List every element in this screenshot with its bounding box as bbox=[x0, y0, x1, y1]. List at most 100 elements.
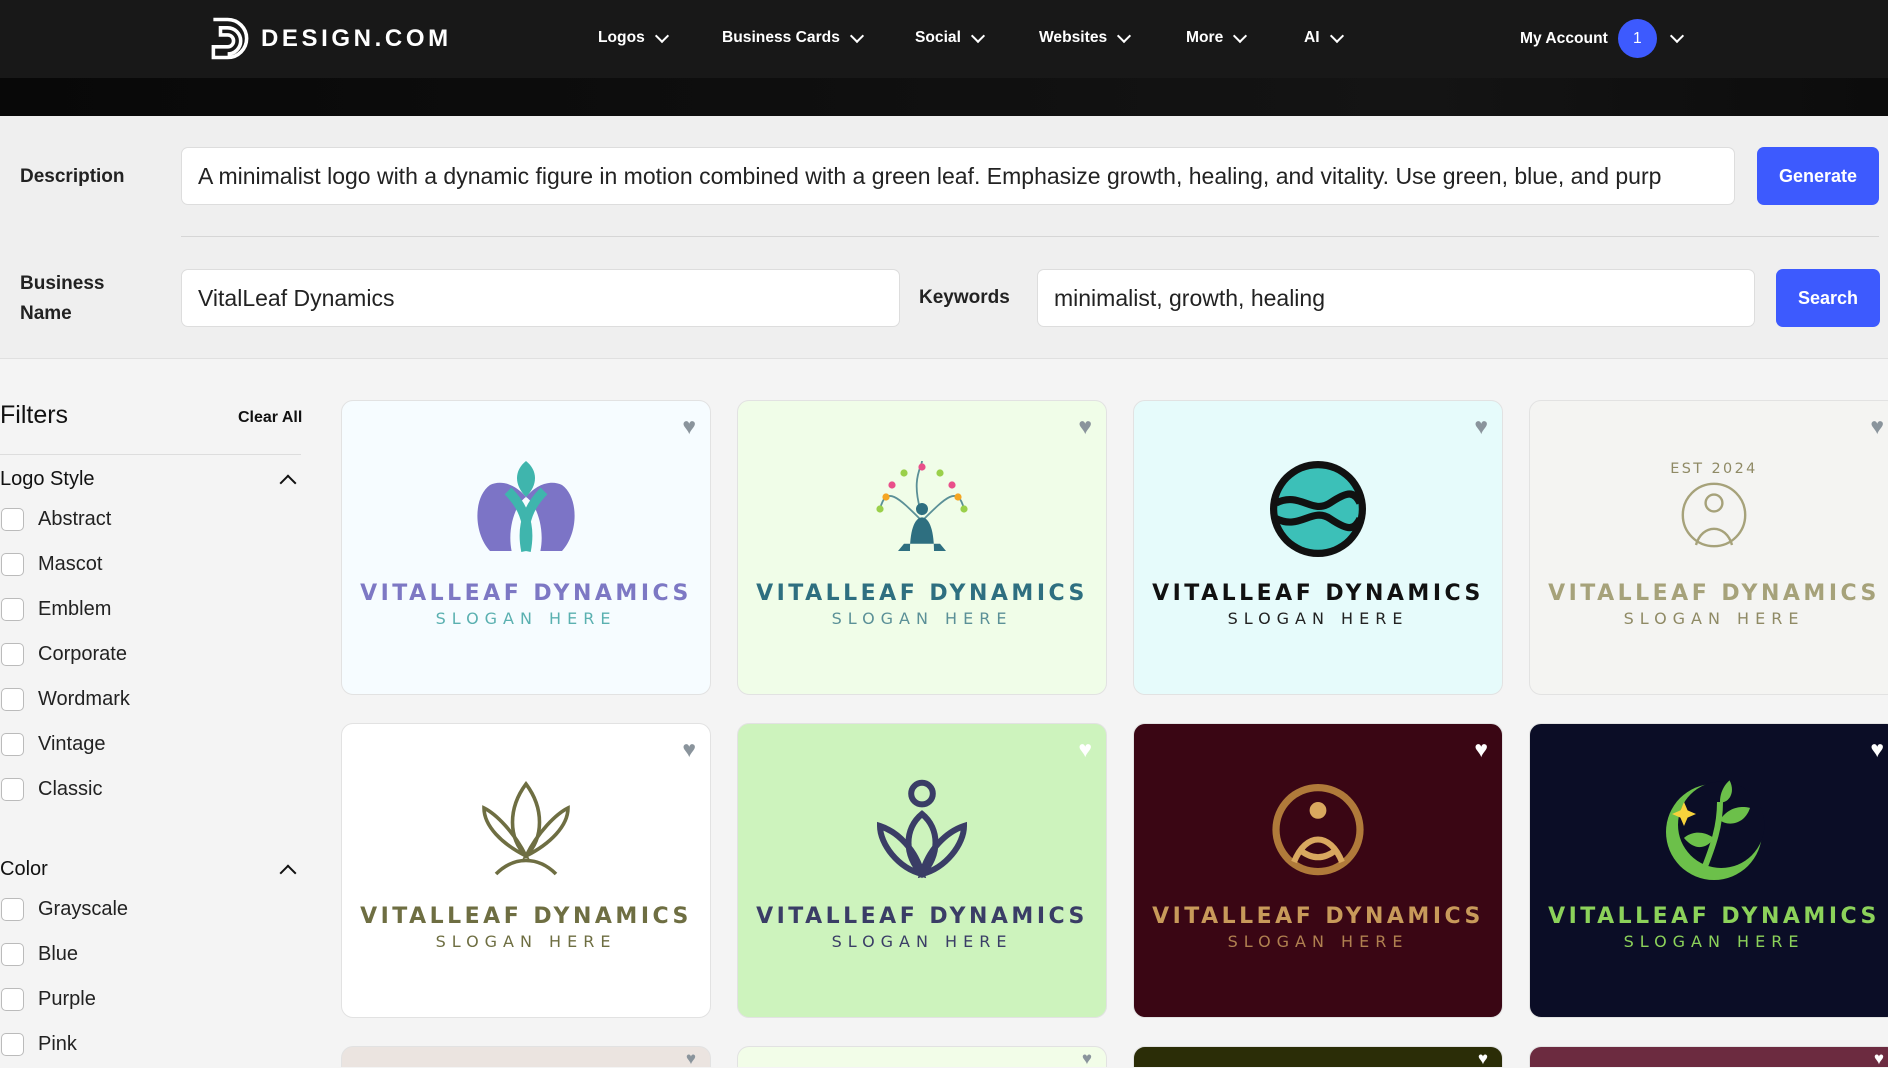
nav-social[interactable]: Social bbox=[915, 28, 986, 47]
filter-option-label: Emblem bbox=[38, 598, 112, 620]
checkbox[interactable] bbox=[1, 733, 24, 756]
nav-business-cards[interactable]: Business Cards bbox=[722, 28, 864, 47]
filter-option[interactable]: Pink bbox=[0, 1022, 301, 1067]
filter-option[interactable]: Corporate bbox=[0, 632, 301, 677]
nav-ai[interactable]: AI bbox=[1304, 28, 1344, 47]
chevron-down-icon bbox=[970, 28, 986, 43]
filter-option-label: Grayscale bbox=[38, 898, 129, 920]
generate-button[interactable]: Generate bbox=[1757, 147, 1879, 205]
logo-card[interactable]: ♥ VITALLEAF DYNAMICS SLOGAN HERE bbox=[341, 723, 711, 1018]
logo-card[interactable]: ♥ VITALLEAF DYNAMICS SLOGAN HERE bbox=[1133, 400, 1503, 695]
logo-card[interactable]: ♥ bbox=[1133, 1046, 1503, 1067]
logo-card[interactable]: ♥ bbox=[1529, 1046, 1888, 1067]
section-title: Logo Style bbox=[0, 468, 95, 490]
chevron-up-icon bbox=[279, 474, 297, 491]
business-name-input[interactable]: VitalLeaf Dynamics bbox=[181, 269, 900, 327]
nav-label: AI bbox=[1304, 29, 1320, 46]
favorite-heart-icon[interactable]: ♥ bbox=[1474, 415, 1488, 438]
search-button[interactable]: Search bbox=[1776, 269, 1880, 327]
divider bbox=[181, 236, 1879, 237]
chevron-down-icon bbox=[1117, 28, 1132, 43]
logo-style-filter: Logo Style Abstract Mascot Emblem Corporate… bbox=[0, 465, 301, 812]
favorite-heart-icon[interactable]: ♥ bbox=[1870, 738, 1884, 761]
logo-slogan: SLOGAN HERE bbox=[1623, 609, 1805, 628]
favorite-heart-icon[interactable]: ♥ bbox=[686, 1050, 696, 1067]
chevron-down-icon bbox=[1669, 28, 1684, 44]
favorite-heart-icon[interactable]: ♥ bbox=[682, 415, 696, 438]
checkbox[interactable] bbox=[1, 898, 24, 921]
business-name-label: Business Name bbox=[20, 269, 104, 329]
logo-card[interactable]: ♥ VITALLEAF DYNAMICS SLOGAN HERE bbox=[341, 400, 711, 695]
filter-option-label: Corporate bbox=[38, 643, 127, 665]
favorite-heart-icon[interactable]: ♥ bbox=[682, 738, 696, 761]
nav-label: Business Cards bbox=[722, 29, 840, 46]
color-filter: Color Grayscale Blue Purple Pink bbox=[0, 855, 301, 1067]
favorite-heart-icon[interactable]: ♥ bbox=[1870, 415, 1884, 438]
divider bbox=[0, 454, 301, 455]
brand-logo[interactable]: DESIGN.COM bbox=[211, 17, 452, 60]
filter-option[interactable]: Classic bbox=[0, 767, 301, 812]
nav-logos[interactable]: Logos bbox=[598, 28, 669, 47]
filter-option[interactable]: Abstract bbox=[0, 497, 301, 542]
logo-card[interactable]: ♥ VITALLEAF DYNAMICS SLOGAN HERE bbox=[1529, 723, 1888, 1018]
checkbox[interactable] bbox=[1, 988, 24, 1011]
favorite-heart-icon[interactable]: ♥ bbox=[1078, 415, 1092, 438]
filter-option[interactable]: Emblem bbox=[0, 587, 301, 632]
label-line: Name bbox=[20, 303, 72, 324]
logo-business-name: VITALLEAF DYNAMICS bbox=[360, 904, 692, 929]
filter-option[interactable]: Grayscale bbox=[0, 887, 301, 932]
filter-option-label: Vintage bbox=[38, 733, 106, 755]
logo-slogan: SLOGAN HERE bbox=[435, 932, 617, 951]
logo-symbol-sprout-icon bbox=[1654, 772, 1774, 892]
filter-option-label: Purple bbox=[38, 988, 96, 1010]
favorite-heart-icon[interactable]: ♥ bbox=[1082, 1050, 1092, 1067]
logo-card[interactable]: ♥ bbox=[341, 1046, 711, 1067]
checkbox[interactable] bbox=[1, 598, 24, 621]
logo-card[interactable]: ♥ EST 2024 VITALLEAF DYNAMICS SLOGAN HERE bbox=[1529, 400, 1888, 695]
chevron-down-icon bbox=[1329, 28, 1344, 43]
checkbox[interactable] bbox=[1, 778, 24, 801]
filter-option[interactable]: Purple bbox=[0, 977, 301, 1022]
logo-style-header[interactable]: Logo Style bbox=[0, 465, 301, 494]
description-input[interactable]: A minimalist logo with a dynamic figure … bbox=[181, 147, 1735, 205]
keywords-label: Keywords bbox=[919, 287, 1010, 308]
nav-label: Websites bbox=[1039, 29, 1108, 46]
filter-option[interactable]: Blue bbox=[0, 932, 301, 977]
clear-all-link[interactable]: Clear All bbox=[238, 409, 302, 427]
checkbox[interactable] bbox=[1, 553, 24, 576]
logo-slogan: SLOGAN HERE bbox=[1227, 932, 1409, 951]
favorite-heart-icon[interactable]: ♥ bbox=[1874, 1050, 1884, 1067]
nav-more[interactable]: More bbox=[1186, 28, 1248, 47]
favorite-heart-icon[interactable]: ♥ bbox=[1474, 738, 1488, 761]
favorite-heart-icon[interactable]: ♥ bbox=[1478, 1050, 1488, 1067]
chevron-down-icon bbox=[654, 28, 669, 43]
logo-business-name: VITALLEAF DYNAMICS bbox=[1548, 904, 1880, 929]
logo-card[interactable]: ♥ VITALLEAF DYNAMICS SLOGAN HERE bbox=[737, 400, 1107, 695]
logo-card[interactable]: ♥ VITALLEAF DYNAMICS SLOGAN HERE bbox=[1133, 723, 1503, 1018]
logo-card[interactable]: ♥ VITALLEAF DYNAMICS SLOGAN HERE bbox=[737, 723, 1107, 1018]
color-header[interactable]: Color bbox=[0, 855, 301, 884]
my-account-menu[interactable]: My Account 1 bbox=[1520, 19, 1684, 58]
checkbox[interactable] bbox=[1, 688, 24, 711]
chevron-down-icon bbox=[849, 28, 864, 43]
filter-option[interactable]: Mascot bbox=[0, 542, 301, 587]
keywords-input[interactable]: minimalist, growth, healing bbox=[1037, 269, 1755, 327]
checkbox[interactable] bbox=[1, 508, 24, 531]
logo-slogan: SLOGAN HERE bbox=[435, 609, 617, 628]
nav-label: Logos bbox=[598, 29, 645, 46]
checkbox[interactable] bbox=[1, 943, 24, 966]
favorite-heart-icon[interactable]: ♥ bbox=[1078, 738, 1092, 761]
logo-business-name: VITALLEAF DYNAMICS bbox=[360, 581, 692, 606]
description-label: Description bbox=[20, 166, 125, 187]
logo-slogan: SLOGAN HERE bbox=[1623, 932, 1805, 951]
logo-card[interactable]: ♥ bbox=[737, 1046, 1107, 1067]
checkbox[interactable] bbox=[1, 1033, 24, 1056]
nav-websites[interactable]: Websites bbox=[1039, 28, 1132, 47]
checkbox[interactable] bbox=[1, 643, 24, 666]
filter-option[interactable]: Wordmark bbox=[0, 677, 301, 722]
filter-option-label: Abstract bbox=[38, 508, 112, 530]
logo-slogan: SLOGAN HERE bbox=[831, 609, 1013, 628]
filter-option-label: Mascot bbox=[38, 553, 103, 575]
logo-business-name: VITALLEAF DYNAMICS bbox=[756, 904, 1088, 929]
filter-option[interactable]: Vintage bbox=[0, 722, 301, 767]
